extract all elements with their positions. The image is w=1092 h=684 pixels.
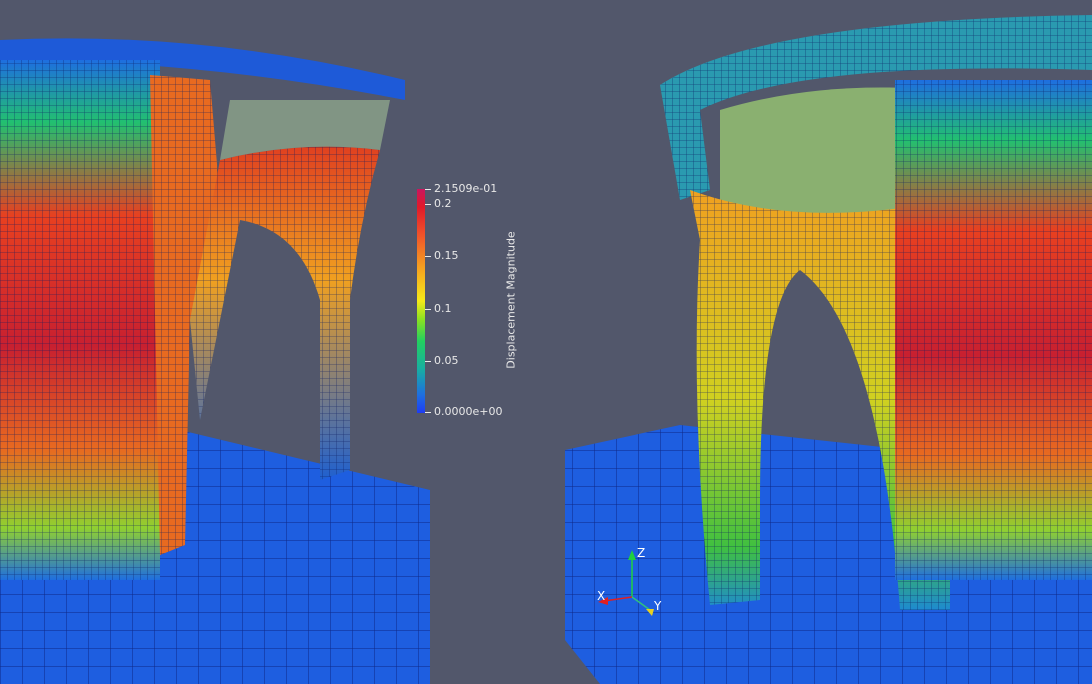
axis-z-label: Z [637, 546, 646, 560]
tick-mark [425, 204, 431, 205]
tick-label: 0.05 [434, 354, 459, 367]
axis-y-label: Y [654, 599, 662, 613]
legend-title: Displacement Magnitude [504, 231, 518, 369]
right-model [565, 15, 1092, 684]
tick-mark [425, 412, 431, 413]
3d-render-view[interactable] [0, 0, 1092, 684]
color-bar [417, 189, 425, 413]
legend-max-label: 2.1509e-01 [434, 182, 498, 195]
tick-mark [425, 256, 431, 257]
tick-mark [425, 361, 431, 362]
axis-x-label: X [597, 589, 606, 603]
left-model [0, 38, 430, 684]
tick-label: 0.1 [434, 302, 452, 315]
tick-mark [425, 189, 431, 190]
legend-min-label: 0.0000e+00 [434, 405, 503, 418]
tick-label: 0.2 [434, 197, 452, 210]
tick-mark [425, 309, 431, 310]
tick-label: 0.15 [434, 249, 459, 262]
